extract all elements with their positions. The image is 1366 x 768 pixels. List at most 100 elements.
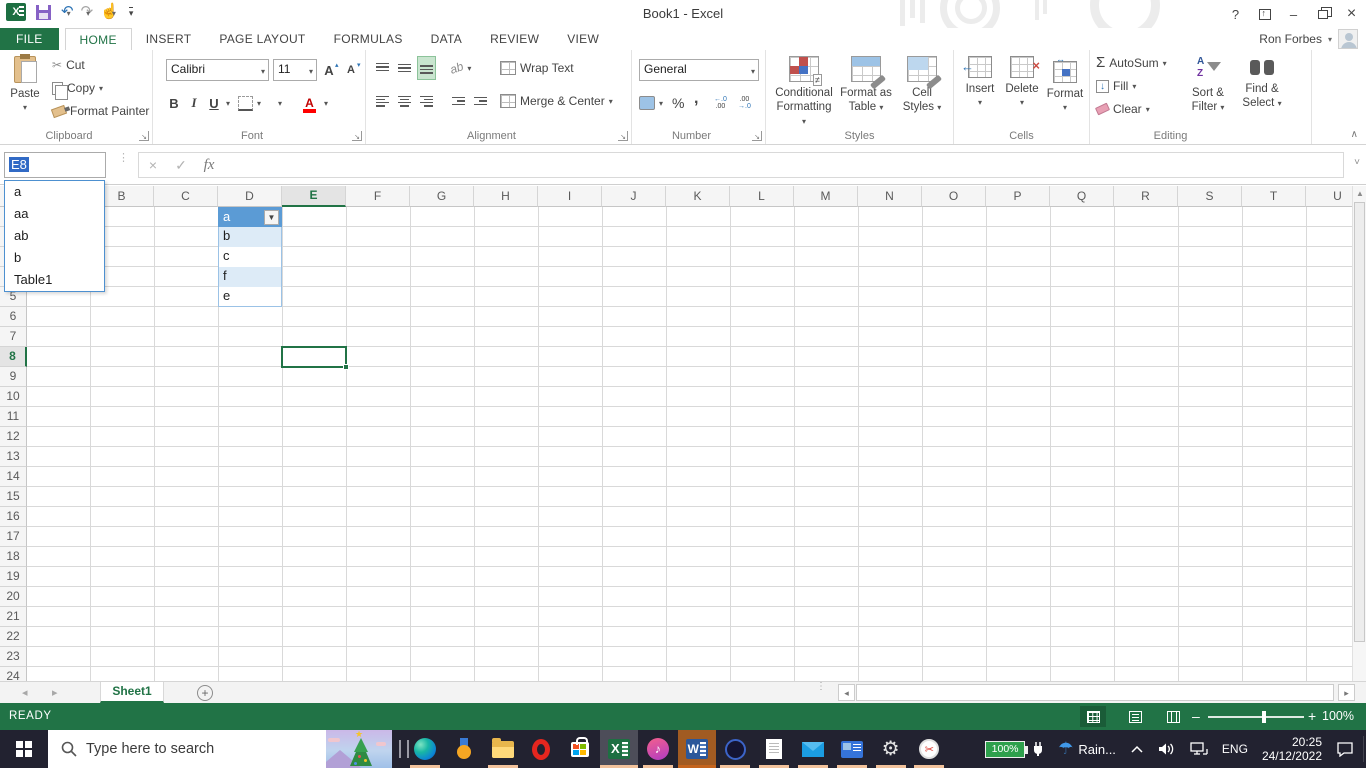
column-header-k[interactable]: K <box>666 186 730 207</box>
column-header-u[interactable]: U <box>1306 186 1352 207</box>
align-left-button[interactable] <box>374 90 391 112</box>
page-break-view-button[interactable] <box>1160 706 1186 727</box>
collapse-ribbon-button[interactable]: ∧ <box>1351 129 1358 140</box>
name-dropdown-item-aa[interactable]: aa <box>5 203 104 225</box>
edge-icon[interactable] <box>406 730 444 768</box>
avatar[interactable] <box>1338 29 1358 49</box>
row-header-23[interactable]: 23 <box>0 647 27 667</box>
alignment-dialog-launcher[interactable] <box>618 131 628 141</box>
row-header-16[interactable]: 16 <box>0 507 27 527</box>
name-dropdown-item-table1[interactable]: Table1 <box>5 269 104 291</box>
middle-align-button[interactable] <box>396 57 413 79</box>
row-header-11[interactable]: 11 <box>0 407 27 427</box>
name-dropdown-item-a[interactable]: a <box>5 181 104 203</box>
row-header-18[interactable]: 18 <box>0 547 27 567</box>
minimize-button[interactable]: – <box>1279 0 1308 28</box>
delete-cells-button[interactable]: × Delete ▾ <box>1002 53 1042 139</box>
zoom-in-button[interactable]: + <box>1308 708 1316 724</box>
rewards-icon[interactable] <box>445 730 483 768</box>
name-dropdown-item-b[interactable]: b <box>5 247 104 269</box>
bold-button[interactable]: B <box>166 92 182 114</box>
touch-mode-button[interactable]: ☝▾ <box>100 3 119 21</box>
vertical-scrollbar[interactable]: ▲ <box>1352 186 1366 681</box>
ribbon-display-options-button[interactable] <box>1250 0 1279 28</box>
volume-button[interactable] <box>1158 742 1176 756</box>
ribbon-tab-data[interactable]: DATA <box>417 28 476 50</box>
increase-indent-button[interactable] <box>472 90 489 112</box>
zoom-out-button[interactable]: – <box>1192 708 1200 724</box>
tab-scroll-splitter[interactable]: ⋮ <box>816 682 826 692</box>
table-cell-d5[interactable]: e <box>218 287 282 307</box>
notepad-icon[interactable] <box>755 730 793 768</box>
cut-button[interactable]: ✂ Cut <box>52 54 85 76</box>
formula-input[interactable] <box>223 153 1343 177</box>
column-header-p[interactable]: P <box>986 186 1050 207</box>
normal-view-button[interactable] <box>1080 706 1106 727</box>
row-header-14[interactable]: 14 <box>0 467 27 487</box>
align-right-button[interactable] <box>418 90 435 112</box>
next-sheet-button[interactable]: ▸ <box>52 686 58 699</box>
row-header-10[interactable]: 10 <box>0 387 27 407</box>
expand-formula-bar-button[interactable]: ˅ <box>1354 157 1360 168</box>
column-header-i[interactable]: I <box>538 186 602 207</box>
borders-button[interactable]: ▾ <box>238 92 261 114</box>
ribbon-tab-page-layout[interactable]: PAGE LAYOUT <box>205 28 319 50</box>
merge-center-button[interactable]: Merge & Center ▾ <box>500 90 613 112</box>
ribbon-tab-review[interactable]: REVIEW <box>476 28 553 50</box>
format-cells-button[interactable]: ↔ Format ▾ <box>1044 53 1086 139</box>
zoom-slider[interactable] <box>1208 716 1304 718</box>
signed-in-user[interactable]: Ron Forbes <box>1259 32 1322 46</box>
column-header-o[interactable]: O <box>922 186 986 207</box>
fill-button[interactable]: ↓ Fill ▾ <box>1096 79 1136 93</box>
row-header-17[interactable]: 17 <box>0 527 27 547</box>
font-dialog-launcher[interactable] <box>352 131 362 141</box>
bottom-align-button[interactable] <box>417 56 436 80</box>
column-header-c[interactable]: C <box>154 186 218 207</box>
filter-dropdown-button[interactable]: ▼ <box>264 210 279 225</box>
scroll-up-button[interactable]: ▲ <box>1353 186 1366 201</box>
column-header-q[interactable]: Q <box>1050 186 1114 207</box>
column-header-g[interactable]: G <box>410 186 474 207</box>
user-dropdown-icon[interactable]: ▾ <box>1328 35 1332 44</box>
save-button[interactable] <box>36 4 51 20</box>
percent-style-button[interactable]: % <box>672 92 684 114</box>
column-header-j[interactable]: J <box>602 186 666 207</box>
ribbon-tab-view[interactable]: VIEW <box>553 28 613 50</box>
decrease-indent-button[interactable] <box>450 90 467 112</box>
network-button[interactable] <box>1190 742 1208 756</box>
column-header-h[interactable]: H <box>474 186 538 207</box>
hidden-icons-button[interactable] <box>1130 744 1144 754</box>
clock[interactable]: 20:25 24/12/2022 <box>1262 735 1322 763</box>
battery-indicator[interactable]: 100% <box>985 740 1044 758</box>
name-dropdown-item-ab[interactable]: ab <box>5 225 104 247</box>
table-cell-d2[interactable]: b <box>218 227 282 247</box>
copy-button[interactable]: Copy ▾ <box>52 77 103 100</box>
show-desktop-divider[interactable] <box>1363 736 1364 762</box>
vertical-scroll-thumb[interactable] <box>1354 202 1365 642</box>
ribbon-tab-formulas[interactable]: FORMULAS <box>320 28 417 50</box>
row-header-20[interactable]: 20 <box>0 587 27 607</box>
active-cell-e8[interactable] <box>281 346 347 368</box>
language-indicator[interactable]: ENG <box>1222 742 1248 756</box>
fill-handle[interactable] <box>343 364 349 370</box>
word-icon[interactable]: W <box>677 730 716 768</box>
column-header-r[interactable]: R <box>1114 186 1178 207</box>
number-format-combo[interactable]: General ▾ <box>639 59 759 81</box>
format-painter-button[interactable]: Format Painter <box>50 100 149 122</box>
clear-button[interactable]: Clear ▾ <box>1094 102 1150 116</box>
ribbon-tab-file[interactable]: FILE <box>0 28 59 50</box>
name-box[interactable]: E8 <box>4 152 106 178</box>
sheet-tab-sheet1[interactable]: Sheet1 <box>100 682 164 703</box>
ribbon-tab-insert[interactable]: INSERT <box>132 28 206 50</box>
decrease-decimal-button[interactable]: .00 →.0 <box>738 92 751 114</box>
redo-button[interactable]: ↷▾ <box>81 3 94 21</box>
scroll-right-button[interactable]: ▸ <box>1338 684 1355 701</box>
find-select-button[interactable]: Find & Select ▾ <box>1236 53 1288 139</box>
opera-icon[interactable] <box>522 730 560 768</box>
insert-function-button[interactable]: fx <box>195 157 223 174</box>
column-header-m[interactable]: M <box>794 186 858 207</box>
close-button[interactable]: × <box>1337 0 1366 28</box>
row-header-22[interactable]: 22 <box>0 627 27 647</box>
fill-color-button[interactable]: ▾ <box>270 92 282 114</box>
sync-app-icon[interactable] <box>716 730 754 768</box>
